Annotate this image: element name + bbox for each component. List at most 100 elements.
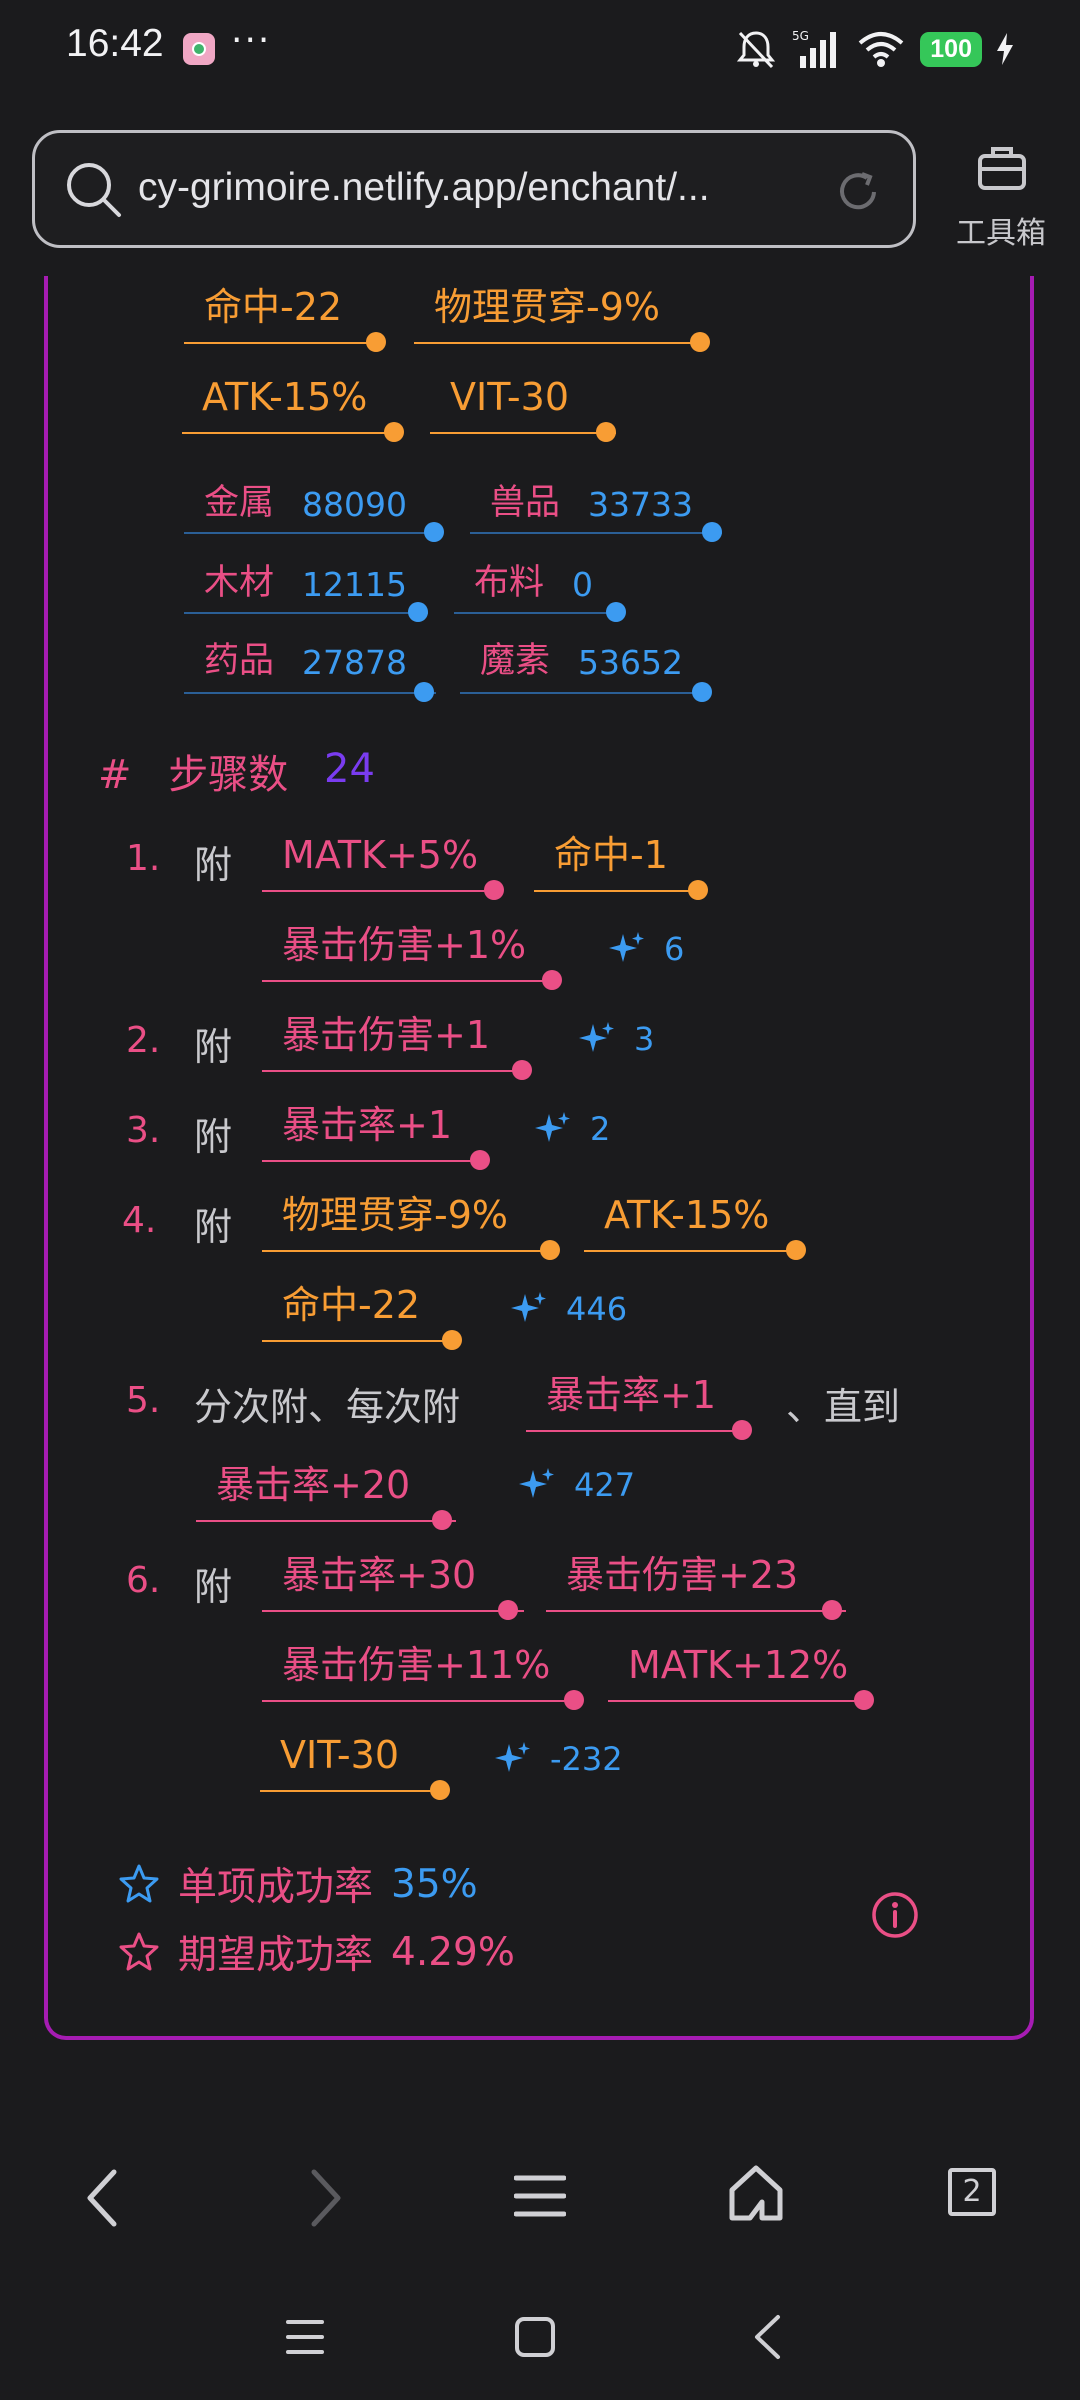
battery-level: 100 — [920, 31, 982, 67]
chip-label: 暴击伤害+23 — [566, 1553, 799, 1597]
chip-label: 物理贯穿-9% — [434, 285, 660, 329]
step-cost: 427 — [518, 1466, 635, 1504]
toolbox-label[interactable]: 工具箱 — [956, 208, 1046, 252]
material-name: 布料 — [474, 563, 545, 603]
sparkle-icon — [609, 932, 644, 962]
network-type: 5G — [792, 29, 809, 43]
steps-label: 步骤数 — [168, 752, 289, 798]
home-icon[interactable] — [726, 2164, 786, 2224]
step-verb: 附 — [194, 843, 233, 887]
single-success-rate: 单项成功率 35% — [118, 1856, 478, 1912]
bell-muted-icon — [737, 31, 776, 69]
material-value: 0 — [572, 565, 593, 604]
chip-label: 命中-22 — [282, 1283, 421, 1327]
app-notification-icon — [183, 33, 215, 65]
toolbox-icon[interactable] — [976, 142, 1028, 194]
chip-label: VIT-30 — [450, 375, 569, 419]
cost-value: 3 — [634, 1020, 655, 1058]
sparkle-icon — [519, 1468, 554, 1498]
rate-value: 4.29% — [391, 1929, 515, 1975]
chip-label: VIT-30 — [280, 1733, 399, 1777]
material-name: 兽品 — [490, 483, 561, 523]
chip-label: MATK+12% — [628, 1643, 849, 1687]
cost-value: 446 — [566, 1290, 628, 1328]
step-verb: 附 — [194, 1025, 233, 1069]
step-cost: 6 — [608, 930, 684, 968]
material-value: 33733 — [588, 485, 693, 524]
chip-label: MATK+5% — [282, 833, 479, 877]
material-name: 魔素 — [480, 641, 551, 681]
material-value: 53652 — [578, 643, 683, 682]
tabs-icon[interactable]: 2 — [948, 2168, 996, 2216]
chip-label: 暴击率+20 — [216, 1463, 411, 1507]
chip-label: 物理贯穿-9% — [282, 1193, 508, 1237]
star-outline-icon — [119, 1932, 159, 1971]
sparkle-icon — [535, 1112, 570, 1142]
step-verb: 附 — [194, 1115, 233, 1159]
step-verb: 附 — [194, 1565, 233, 1609]
recents-icon[interactable] — [286, 2318, 324, 2356]
system-back-icon[interactable] — [752, 2314, 782, 2360]
home-button-icon[interactable] — [514, 2316, 556, 2358]
expected-success-rate: 期望成功率 4.29% — [118, 1924, 515, 1980]
step-cost: -232 — [494, 1740, 623, 1778]
chip-label: 暴击伤害+1% — [282, 923, 527, 967]
steps-count: 24 — [324, 746, 375, 792]
sparkle-icon — [495, 1742, 530, 1772]
step-number: 2. — [126, 1020, 161, 1061]
system-nav-bar — [0, 2270, 1080, 2400]
signal-icon: 5G — [792, 29, 837, 68]
step-number: 4. — [122, 1200, 157, 1241]
step-verb: 分次附、每次附 — [194, 1385, 461, 1429]
back-icon[interactable] — [82, 2168, 122, 2228]
reload-icon[interactable] — [834, 168, 882, 216]
charging-icon — [997, 33, 1013, 65]
material-value: 12115 — [302, 565, 407, 604]
star-outline-icon — [119, 1864, 159, 1903]
rate-label: 单项成功率 — [178, 1865, 374, 1910]
chip-label: 暴击率+1 — [282, 1103, 453, 1147]
step-connector: 、直到 — [786, 1385, 901, 1429]
material-name: 金属 — [204, 483, 275, 523]
step-number: 5. — [126, 1380, 161, 1421]
chip-label: 暴击伤害+11% — [282, 1643, 551, 1687]
cost-value: 6 — [664, 930, 685, 968]
chip-label: 命中-1 — [554, 833, 668, 877]
material-name: 木材 — [204, 563, 275, 603]
chip-label: 暴击伤害+1 — [282, 1013, 491, 1057]
chip-label: ATK-15% — [604, 1193, 770, 1237]
material-value: 27878 — [302, 643, 407, 682]
more-notifications-icon: ··· — [231, 20, 272, 61]
cost-value: -232 — [550, 1740, 623, 1778]
step-cost: 446 — [510, 1290, 627, 1328]
hash-icon: # — [98, 752, 132, 798]
step-number: 3. — [126, 1110, 161, 1151]
step-verb: 附 — [194, 1205, 233, 1249]
rate-value: 35% — [391, 1861, 478, 1907]
forward-icon[interactable] — [306, 2168, 346, 2228]
cost-value: 427 — [574, 1466, 636, 1504]
browser-nav-bar: 2 — [0, 2120, 1080, 2270]
sparkle-icon — [579, 1022, 614, 1052]
chip-label: ATK-15% — [202, 375, 368, 419]
status-icons: 5G 100 — [734, 28, 1014, 70]
chip-label: 命中-22 — [204, 285, 343, 329]
search-icon — [67, 163, 121, 217]
chip-label: 暴击率+30 — [282, 1553, 477, 1597]
rate-label: 期望成功率 — [178, 1933, 374, 1978]
chip-label: 暴击率+1 — [546, 1373, 717, 1417]
url-text[interactable]: cy-grimoire.netlify.app/enchant/... — [138, 166, 798, 210]
step-number: 1. — [126, 838, 161, 879]
cost-value: 2 — [590, 1110, 611, 1148]
step-cost: 2 — [534, 1110, 610, 1148]
wifi-icon — [858, 32, 904, 67]
material-value: 88090 — [302, 485, 407, 524]
menu-icon[interactable] — [514, 2172, 566, 2220]
status-time: 16:42 — [66, 22, 164, 65]
info-icon[interactable] — [870, 1890, 920, 1940]
step-number: 6. — [126, 1560, 161, 1601]
tab-count: 2 — [962, 2174, 982, 2209]
steps-heading: # 步骤数 — [98, 742, 288, 800]
sparkle-icon — [511, 1292, 546, 1322]
step-cost: 3 — [578, 1020, 654, 1058]
